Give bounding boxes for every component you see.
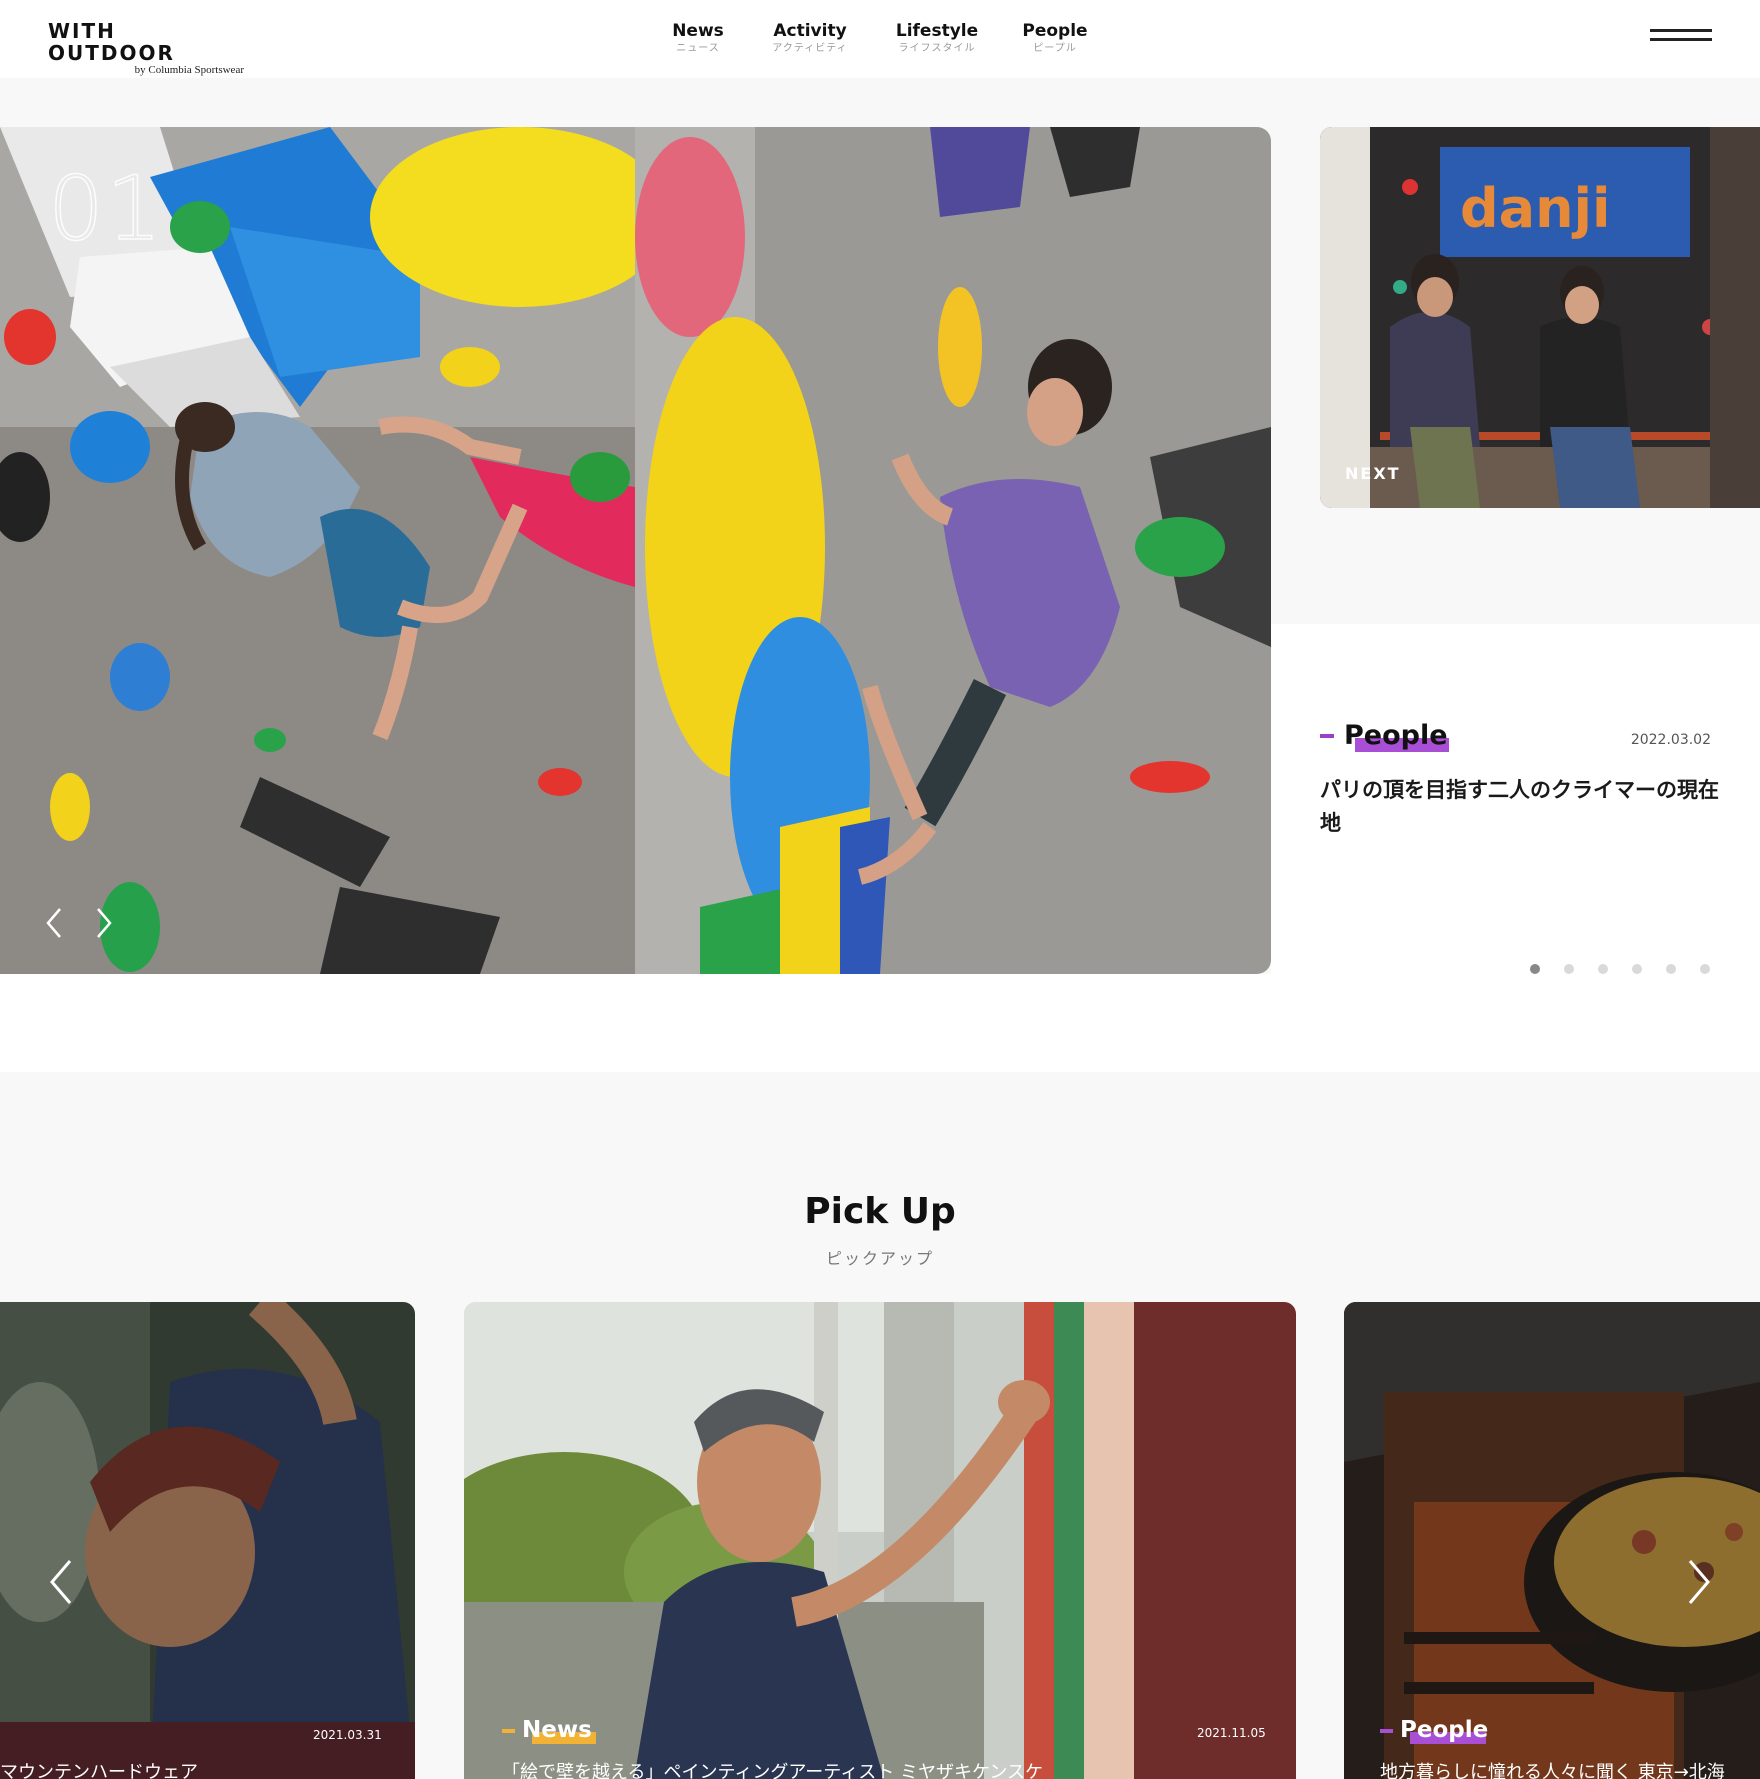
slide-number: 01 bbox=[47, 157, 164, 260]
carousel-prev-icon[interactable] bbox=[46, 1557, 76, 1607]
card-title: 地方暮らしに憧れる人々に聞く 東京→北海 bbox=[1380, 1762, 1725, 1779]
next-slide-preview[interactable]: danji bbox=[1320, 127, 1760, 508]
site-header: WITH OUTDOOR by Columbia Sportswear News… bbox=[0, 0, 1760, 78]
section-divider bbox=[0, 974, 1760, 1072]
carousel-next-icon[interactable] bbox=[1684, 1557, 1714, 1607]
category-dash bbox=[1380, 1729, 1393, 1733]
nav-item-lifestyle[interactable]: Lifestyle ライフスタイル bbox=[884, 20, 990, 56]
category-dash bbox=[1320, 734, 1334, 738]
pickup-card[interactable]: 2021.03.31 マウンテンハードウェア bbox=[0, 1302, 415, 1779]
pagination-dot[interactable] bbox=[1700, 964, 1710, 974]
nav-label: People bbox=[1022, 21, 1088, 41]
nav-label: News bbox=[672, 21, 724, 41]
nav-sublabel: アクティビティ bbox=[772, 43, 848, 54]
nav-item-people[interactable]: People ピープル bbox=[990, 20, 1120, 56]
nav-sublabel: ニュース bbox=[676, 43, 720, 54]
pagination-dot[interactable] bbox=[1632, 964, 1642, 974]
svg-text:danji: danji bbox=[1460, 177, 1611, 240]
pickup-card[interactable]: News 2021.11.05 「絵で壁を越える」ペインティングアーティスト ミ… bbox=[464, 1302, 1296, 1779]
pagination-dot[interactable] bbox=[1598, 964, 1608, 974]
logo-text: WITH OUTDOOR bbox=[48, 19, 175, 65]
prev-slide-icon[interactable] bbox=[40, 905, 68, 941]
category-label: People bbox=[1400, 1717, 1489, 1743]
slide-pagination bbox=[1530, 964, 1734, 974]
category-label: People bbox=[1344, 720, 1448, 751]
pagination-dot[interactable] bbox=[1530, 964, 1540, 974]
nav-label: Activity bbox=[773, 21, 847, 41]
site-logo[interactable]: WITH OUTDOOR by Columbia Sportswear bbox=[48, 20, 248, 76]
nav-item-news[interactable]: News ニュース bbox=[660, 20, 736, 56]
pagination-dot[interactable] bbox=[1564, 964, 1574, 974]
next-slide-icon[interactable] bbox=[90, 905, 118, 941]
article-date: 2022.03.02 bbox=[1630, 732, 1711, 748]
logo-subtext: by Columbia Sportswear bbox=[134, 64, 244, 76]
article-title[interactable]: パリの頂を目指す二人のクライマーの現在地 bbox=[1320, 774, 1720, 840]
nav-item-activity[interactable]: Activity アクティビティ bbox=[736, 20, 884, 56]
card-overlay bbox=[0, 1302, 415, 1779]
nav-label: Lifestyle bbox=[895, 21, 979, 41]
category-label: News bbox=[522, 1717, 592, 1743]
section-title: Pick Up bbox=[804, 1191, 956, 1232]
card-title: マウンテンハードウェア bbox=[0, 1762, 198, 1779]
main-nav: News ニュース Activity アクティビティ Lifestyle ライフ… bbox=[660, 20, 1120, 56]
hero-slide-image[interactable] bbox=[0, 127, 1271, 974]
card-title: 「絵で壁を越える」ペインティングアーティスト ミヤザキケンスケ bbox=[502, 1762, 1044, 1779]
pagination-dot[interactable] bbox=[1666, 964, 1676, 974]
section-subtitle: ピックアップ bbox=[825, 1249, 934, 1268]
hamburger-menu-icon[interactable] bbox=[1650, 29, 1712, 49]
category-dash bbox=[502, 1729, 515, 1733]
card-date: 2021.03.31 bbox=[313, 1728, 382, 1742]
card-overlay bbox=[1344, 1302, 1760, 1779]
nav-sublabel: ライフスタイル bbox=[898, 43, 976, 54]
next-label: NEXT bbox=[1345, 464, 1401, 483]
nav-sublabel: ピープル bbox=[1033, 43, 1077, 54]
pickup-card[interactable]: People 地方暮らしに憧れる人々に聞く 東京→北海 bbox=[1344, 1302, 1760, 1779]
card-date: 2021.11.05 bbox=[1197, 1726, 1266, 1740]
